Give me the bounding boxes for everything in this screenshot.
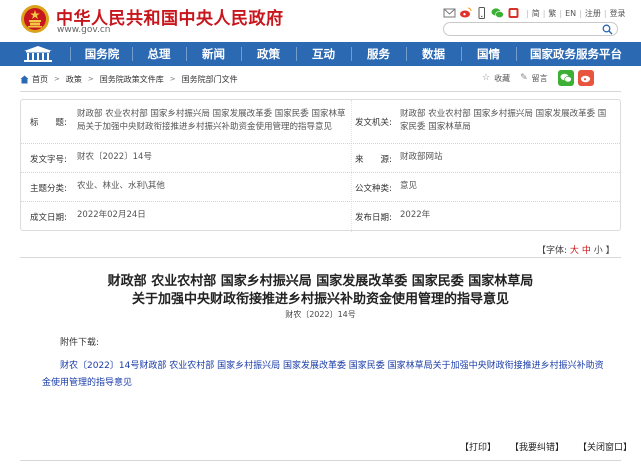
document-info-table: 标 题: 财政部 农业农村部 国家乡村振兴局 国家发展改革委 国家民委 国家林草… bbox=[20, 99, 621, 232]
register-link[interactable]: 注册 bbox=[585, 8, 601, 19]
breadcrumb-separator-icon: > bbox=[87, 75, 94, 83]
nav-item-service-platform[interactable]: 国家政务服务平台 bbox=[517, 42, 635, 66]
page-actions: 【打印】 【我要纠错】 【关闭窗口】 bbox=[460, 440, 632, 453]
issuer-label: 发文机关: bbox=[355, 118, 392, 128]
written-date-label: 成文日期: bbox=[30, 213, 67, 223]
title-value: 财政部 农业农村部 国家乡村振兴局 国家发展改革委 国家民委 国家林草局关于加强… bbox=[77, 109, 346, 132]
info-row-docno: 发文字号: 财农〔2022〕14号 来 源: 财政部网站 bbox=[21, 144, 620, 173]
mail-icon[interactable] bbox=[443, 7, 456, 19]
article-doc-number: 财农〔2022〕14号 bbox=[285, 310, 356, 319]
docno-label: 发文字号: bbox=[30, 155, 67, 165]
type-value: 意见 bbox=[400, 181, 418, 191]
search-input[interactable] bbox=[452, 29, 602, 42]
breadcrumb: 首页 > 政策 > 国务院政策文件库 > 国务院部门文件 bbox=[20, 72, 238, 86]
font-size-label: 【字体: bbox=[537, 246, 568, 256]
microblog-icon[interactable] bbox=[459, 7, 472, 19]
nav-item-national-conditions[interactable]: 国情 bbox=[462, 42, 515, 66]
info-row-title: 标 题: 财政部 农业农村部 国家乡村振兴局 国家发展改革委 国家民委 国家林草… bbox=[21, 100, 620, 144]
article-title-line2: 关于加强中央财政衔接推进乡村振兴补助资金使用管理的指导意见 bbox=[131, 292, 509, 307]
published-date-value: 2022年 bbox=[400, 210, 431, 220]
divider bbox=[20, 257, 621, 258]
topic-label: 主题分类: bbox=[30, 184, 67, 194]
favorite-link[interactable]: 收藏 bbox=[494, 73, 510, 84]
divider: | bbox=[559, 8, 563, 18]
topic-value: 农业、林业、水利\其他 bbox=[77, 181, 165, 191]
print-button[interactable]: 【打印】 bbox=[460, 440, 496, 453]
breadcrumb-department-docs[interactable]: 国务院部门文件 bbox=[182, 74, 238, 85]
nav-item-data[interactable]: 数据 bbox=[407, 42, 460, 66]
info-row-topic: 主题分类: 农业、林业、水利\其他 公文种类: 意见 bbox=[21, 173, 620, 202]
login-link[interactable]: 登录 bbox=[610, 8, 626, 19]
mobile-icon[interactable] bbox=[475, 7, 488, 19]
wechat-icon[interactable] bbox=[491, 7, 504, 19]
attachment-download-link[interactable]: 财农〔2022〕14号财政部 农业农村部 国家乡村振兴局 国家发展改革委 国家民… bbox=[42, 358, 612, 392]
nav-divider bbox=[70, 47, 71, 61]
nav-item-premier[interactable]: 总理 bbox=[133, 42, 185, 66]
english-link[interactable]: EN bbox=[565, 9, 576, 18]
written-date-value: 2022年02月24日 bbox=[77, 210, 146, 220]
search-box bbox=[443, 22, 618, 42]
nav-item-state-council[interactable]: 国务院 bbox=[72, 42, 132, 66]
font-size-small[interactable]: 小 bbox=[594, 246, 603, 256]
language-links: | 简 | 繁 | EN | 注册 | 登录 bbox=[526, 8, 626, 19]
share-bar: ☆ 收藏 ✎ 留言 bbox=[482, 69, 594, 87]
attachment-label: 附件下载: bbox=[60, 338, 100, 348]
site-url: www.gov.cn bbox=[57, 25, 111, 35]
breadcrumb-policy-library[interactable]: 国务院政策文件库 bbox=[100, 74, 164, 85]
breadcrumb-separator-icon: > bbox=[54, 75, 60, 83]
issuer-value: 财政部 农业农村部 国家乡村振兴局 国家发展改革委 国家民委 国家林草局 bbox=[400, 109, 607, 132]
wechat-share-icon[interactable] bbox=[557, 70, 574, 86]
breadcrumb-home[interactable]: 首页 bbox=[32, 74, 48, 85]
top-links: | 简 | 繁 | EN | 注册 | 登录 bbox=[443, 6, 626, 20]
type-label: 公文种类: bbox=[355, 184, 392, 194]
divider: | bbox=[526, 8, 529, 18]
nav-item-service[interactable]: 服务 bbox=[352, 42, 405, 66]
search-icon[interactable] bbox=[602, 24, 613, 35]
close-window-button[interactable]: 【关闭窗口】 bbox=[578, 440, 632, 453]
docno-value: 财农〔2022〕14号 bbox=[77, 152, 152, 162]
info-row-dates: 成文日期: 2022年02月24日 发布日期: 2022年 bbox=[21, 202, 620, 231]
breadcrumb-separator-icon: > bbox=[169, 75, 176, 83]
weibo-share-icon[interactable] bbox=[577, 70, 594, 86]
title-label: 标 题: bbox=[30, 118, 67, 128]
traditional-link[interactable]: 繁 bbox=[548, 8, 556, 19]
comment-link[interactable]: 留言 bbox=[532, 73, 548, 84]
divider bbox=[20, 91, 621, 92]
breadcrumb-policy[interactable]: 政策 bbox=[66, 74, 82, 85]
nav-item-interaction[interactable]: 互动 bbox=[297, 42, 350, 66]
simplified-link[interactable]: 简 bbox=[532, 8, 540, 19]
nav-item-policy[interactable]: 政策 bbox=[242, 42, 295, 66]
font-size-switcher: 【字体: 大 中 小 】 bbox=[537, 243, 615, 256]
source-value: 财政部网站 bbox=[400, 152, 443, 162]
comment-icon[interactable]: ✎ bbox=[520, 73, 528, 83]
font-size-medium[interactable]: 中 bbox=[582, 246, 591, 256]
article-title-line1: 财政部 农业农村部 国家乡村振兴局 国家发展改革委 国家民委 国家林草局 bbox=[107, 274, 534, 289]
app-icon[interactable] bbox=[507, 7, 520, 19]
divider: | bbox=[542, 8, 546, 18]
published-date-label: 发布日期: bbox=[355, 213, 392, 223]
national-emblem-icon[interactable] bbox=[20, 4, 50, 34]
star-icon[interactable]: ☆ bbox=[482, 73, 490, 83]
home-building-icon[interactable] bbox=[18, 45, 58, 63]
site-header: 中华人民共和国中央人民政府 www.gov.cn | 简 | 繁 | EN | … bbox=[0, 0, 641, 42]
divider: | bbox=[603, 8, 607, 18]
location-icon bbox=[20, 75, 29, 83]
font-size-large[interactable]: 大 bbox=[570, 246, 579, 256]
divider: | bbox=[579, 8, 582, 18]
divider bbox=[20, 460, 621, 461]
main-nav: 国务院 总理 新闻 政策 互动 服务 数据 国情 国家政务服务平台 bbox=[0, 42, 641, 66]
source-label: 来 源: bbox=[355, 155, 392, 165]
report-error-button[interactable]: 【我要纠错】 bbox=[510, 440, 564, 453]
nav-item-news[interactable]: 新闻 bbox=[187, 42, 240, 66]
font-size-bracket: 】 bbox=[605, 246, 615, 256]
